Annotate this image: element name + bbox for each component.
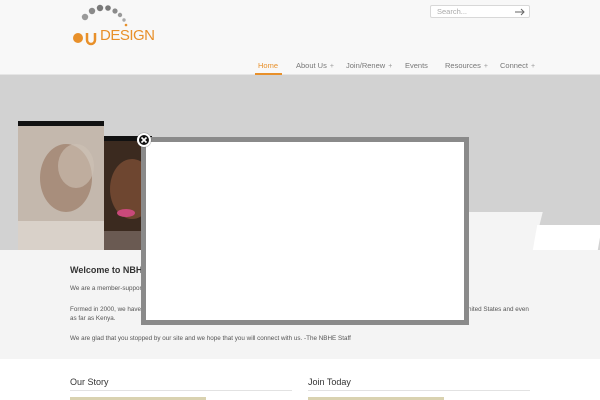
welcome-heading: Welcome to NBHE bbox=[70, 265, 149, 275]
closing-paragraph: We are glad that you stopped by our site… bbox=[70, 335, 351, 342]
nav-events[interactable]: Events bbox=[405, 61, 428, 70]
nav-resources[interactable]: Resources + bbox=[445, 61, 488, 70]
arrow-right-icon[interactable] bbox=[514, 7, 526, 17]
feature-sections: Our Story Join Today bbox=[0, 359, 600, 400]
search-input[interactable] bbox=[437, 6, 515, 17]
logo-text: DESIGN bbox=[100, 27, 155, 44]
our-story-heading: Our Story bbox=[70, 377, 109, 387]
nav-resources-label: Resources bbox=[445, 61, 481, 70]
nav-home[interactable]: Home bbox=[258, 61, 278, 70]
history-paragraph: Formed in 2000, we have m bbox=[70, 306, 149, 313]
slider-photo-tile bbox=[18, 121, 104, 250]
search-box bbox=[430, 5, 530, 18]
lightbox-modal bbox=[141, 137, 469, 325]
join-today-heading: Join Today bbox=[308, 377, 351, 387]
nav-join-renew-label: Join/Renew bbox=[346, 61, 386, 70]
history-paragraph-right: nited States and even bbox=[468, 306, 529, 313]
plus-icon: + bbox=[483, 63, 488, 70]
history-paragraph-line2: as far as Kenya. bbox=[70, 315, 116, 322]
nav-home-label: Home bbox=[258, 61, 279, 70]
nav-connect-label: Connect bbox=[500, 61, 528, 70]
plus-icon: + bbox=[329, 63, 334, 70]
plus-icon: + bbox=[530, 63, 536, 70]
plus-icon: + bbox=[388, 63, 393, 70]
nav-join-renew[interactable]: Join/Renew + bbox=[346, 61, 392, 70]
divider bbox=[70, 390, 292, 391]
photo-image bbox=[18, 126, 104, 250]
nav-connect[interactable]: Connect + bbox=[500, 61, 535, 70]
nav-about-us-label: About Us bbox=[296, 61, 327, 70]
nav-events-label: Events bbox=[405, 61, 428, 70]
divider bbox=[308, 390, 530, 391]
slider-screenshot-tile bbox=[532, 225, 600, 250]
nav-about-us[interactable]: About Us + bbox=[296, 61, 334, 70]
site-header: DESIGN Home About Us+ Join/Renew+ Events… bbox=[0, 0, 600, 75]
modal-close-button[interactable] bbox=[137, 133, 151, 147]
intro-paragraph: We are a member-supported bbox=[70, 285, 151, 292]
close-icon bbox=[140, 136, 148, 144]
